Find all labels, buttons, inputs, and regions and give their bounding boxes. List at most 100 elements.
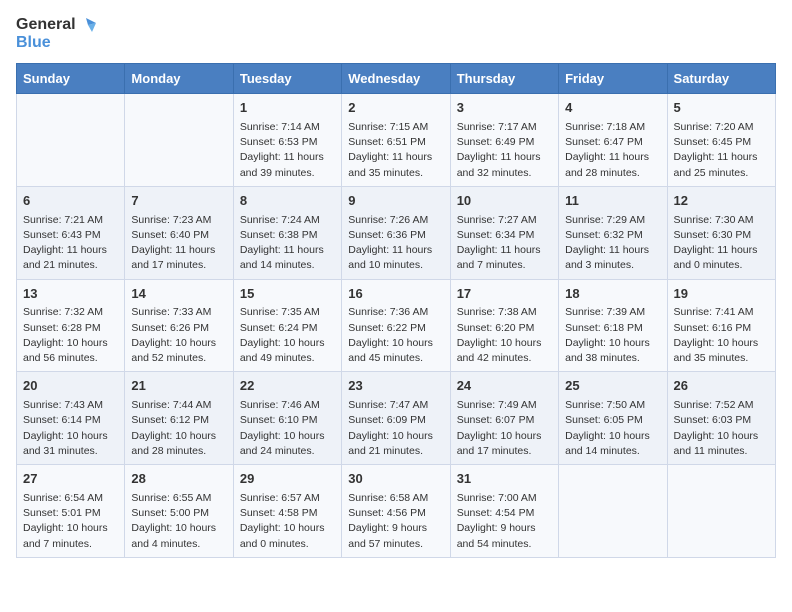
week-row-3: 13Sunrise: 7:32 AM Sunset: 6:28 PM Dayli… bbox=[17, 279, 776, 372]
day-number: 29 bbox=[240, 470, 335, 489]
cell-content: Sunrise: 7:20 AM Sunset: 6:45 PM Dayligh… bbox=[674, 120, 769, 181]
day-number: 5 bbox=[674, 99, 769, 118]
cell-content: Sunrise: 7:46 AM Sunset: 6:10 PM Dayligh… bbox=[240, 398, 335, 459]
day-number: 16 bbox=[348, 285, 443, 304]
cell-content: Sunrise: 7:18 AM Sunset: 6:47 PM Dayligh… bbox=[565, 120, 660, 181]
calendar-cell: 25 Sunrise: 7:50 AM Sunset: 6:05 PM Dayli… bbox=[559, 372, 667, 465]
calendar-cell: 21 Sunrise: 7:44 AM Sunset: 6:12 PM Dayli… bbox=[125, 372, 233, 465]
cell-content: Sunrise: 6:57 AM Sunset: 4:58 PM Dayligh… bbox=[240, 491, 335, 552]
day-number: 7 bbox=[131, 192, 226, 211]
cell-content: Sunrise: 6:55 AM Sunset: 5:00 PM Dayligh… bbox=[131, 491, 226, 552]
logo-container: General Blue bbox=[16, 16, 96, 51]
week-row-5: 27 Sunrise: 6:54 AM Sunset: 5:01 PM Dayli… bbox=[17, 465, 776, 558]
calendar-cell bbox=[17, 94, 125, 187]
calendar-cell: 16Sunrise: 7:36 AM Sunset: 6:22 PM Dayli… bbox=[342, 279, 450, 372]
cell-content: Sunrise: 7:27 AM Sunset: 6:34 PM Dayligh… bbox=[457, 213, 552, 274]
calendar-cell: 24Sunrise: 7:49 AM Sunset: 6:07 PM Dayli… bbox=[450, 372, 558, 465]
calendar-cell: 20 Sunrise: 7:43 AM Sunset: 6:14 PM Dayli… bbox=[17, 372, 125, 465]
day-number: 2 bbox=[348, 99, 443, 118]
day-number: 8 bbox=[240, 192, 335, 211]
column-header-wednesday: Wednesday bbox=[342, 64, 450, 94]
page-header: General Blue bbox=[16, 16, 776, 51]
day-number: 30 bbox=[348, 470, 443, 489]
calendar-cell: 26 Sunrise: 7:52 AM Sunset: 6:03 PM Dayli… bbox=[667, 372, 775, 465]
cell-content: Sunrise: 7:32 AM Sunset: 6:28 PM Dayligh… bbox=[23, 305, 118, 366]
calendar-cell bbox=[667, 465, 775, 558]
calendar-cell: 12 Sunrise: 7:30 AM Sunset: 6:30 PM Dayli… bbox=[667, 186, 775, 279]
day-number: 26 bbox=[674, 377, 769, 396]
cell-content: Sunrise: 7:38 AM Sunset: 6:20 PM Dayligh… bbox=[457, 305, 552, 366]
cell-content: Sunrise: 7:17 AM Sunset: 6:49 PM Dayligh… bbox=[457, 120, 552, 181]
cell-content: Sunrise: 7:21 AM Sunset: 6:43 PM Dayligh… bbox=[23, 213, 118, 274]
cell-content: Sunrise: 7:50 AM Sunset: 6:05 PM Dayligh… bbox=[565, 398, 660, 459]
column-header-thursday: Thursday bbox=[450, 64, 558, 94]
cell-content: Sunrise: 7:26 AM Sunset: 6:36 PM Dayligh… bbox=[348, 213, 443, 274]
cell-content: Sunrise: 7:23 AM Sunset: 6:40 PM Dayligh… bbox=[131, 213, 226, 274]
cell-content: Sunrise: 7:39 AM Sunset: 6:18 PM Dayligh… bbox=[565, 305, 660, 366]
cell-content: Sunrise: 7:00 AM Sunset: 4:54 PM Dayligh… bbox=[457, 491, 552, 552]
logo-bird-icon bbox=[78, 18, 96, 32]
calendar-cell: 3 Sunrise: 7:17 AM Sunset: 6:49 PM Daylig… bbox=[450, 94, 558, 187]
day-number: 31 bbox=[457, 470, 552, 489]
day-number: 18 bbox=[565, 285, 660, 304]
day-number: 28 bbox=[131, 470, 226, 489]
day-number: 21 bbox=[131, 377, 226, 396]
cell-content: Sunrise: 7:29 AM Sunset: 6:32 PM Dayligh… bbox=[565, 213, 660, 274]
calendar-cell: 17Sunrise: 7:38 AM Sunset: 6:20 PM Dayli… bbox=[450, 279, 558, 372]
calendar-cell: 23 Sunrise: 7:47 AM Sunset: 6:09 PM Dayli… bbox=[342, 372, 450, 465]
day-number: 23 bbox=[348, 377, 443, 396]
day-number: 1 bbox=[240, 99, 335, 118]
day-number: 12 bbox=[674, 192, 769, 211]
calendar-cell: 18Sunrise: 7:39 AM Sunset: 6:18 PM Dayli… bbox=[559, 279, 667, 372]
calendar-cell: 22Sunrise: 7:46 AM Sunset: 6:10 PM Dayli… bbox=[233, 372, 341, 465]
cell-content: Sunrise: 7:47 AM Sunset: 6:09 PM Dayligh… bbox=[348, 398, 443, 459]
column-header-tuesday: Tuesday bbox=[233, 64, 341, 94]
day-number: 25 bbox=[565, 377, 660, 396]
calendar-cell: 5 Sunrise: 7:20 AM Sunset: 6:45 PM Daylig… bbox=[667, 94, 775, 187]
week-row-1: 1 Sunrise: 7:14 AM Sunset: 6:53 PM Daylig… bbox=[17, 94, 776, 187]
calendar-cell bbox=[125, 94, 233, 187]
day-number: 11 bbox=[565, 192, 660, 211]
calendar-cell: 8 Sunrise: 7:24 AM Sunset: 6:38 PM Daylig… bbox=[233, 186, 341, 279]
calendar-cell: 14Sunrise: 7:33 AM Sunset: 6:26 PM Dayli… bbox=[125, 279, 233, 372]
calendar-cell: 2Sunrise: 7:15 AM Sunset: 6:51 PM Daylig… bbox=[342, 94, 450, 187]
calendar-table: SundayMondayTuesdayWednesdayThursdayFrid… bbox=[16, 63, 776, 558]
calendar-cell: 30 Sunrise: 6:58 AM Sunset: 4:56 PM Dayli… bbox=[342, 465, 450, 558]
calendar-cell bbox=[559, 465, 667, 558]
column-header-friday: Friday bbox=[559, 64, 667, 94]
column-header-saturday: Saturday bbox=[667, 64, 775, 94]
calendar-cell: 31 Sunrise: 7:00 AM Sunset: 4:54 PM Dayli… bbox=[450, 465, 558, 558]
calendar-cell: 19Sunrise: 7:41 AM Sunset: 6:16 PM Dayli… bbox=[667, 279, 775, 372]
calendar-cell: 27 Sunrise: 6:54 AM Sunset: 5:01 PM Dayli… bbox=[17, 465, 125, 558]
cell-content: Sunrise: 7:14 AM Sunset: 6:53 PM Dayligh… bbox=[240, 120, 335, 181]
day-number: 3 bbox=[457, 99, 552, 118]
week-row-2: 6 Sunrise: 7:21 AM Sunset: 6:43 PM Daylig… bbox=[17, 186, 776, 279]
logo-general: General bbox=[16, 16, 76, 34]
calendar-cell: 29 Sunrise: 6:57 AM Sunset: 4:58 PM Dayli… bbox=[233, 465, 341, 558]
day-number: 20 bbox=[23, 377, 118, 396]
cell-content: Sunrise: 7:49 AM Sunset: 6:07 PM Dayligh… bbox=[457, 398, 552, 459]
cell-content: Sunrise: 7:30 AM Sunset: 6:30 PM Dayligh… bbox=[674, 213, 769, 274]
calendar-cell: 28 Sunrise: 6:55 AM Sunset: 5:00 PM Dayli… bbox=[125, 465, 233, 558]
day-number: 6 bbox=[23, 192, 118, 211]
calendar-cell: 6 Sunrise: 7:21 AM Sunset: 6:43 PM Daylig… bbox=[17, 186, 125, 279]
cell-content: Sunrise: 7:41 AM Sunset: 6:16 PM Dayligh… bbox=[674, 305, 769, 366]
cell-content: Sunrise: 7:43 AM Sunset: 6:14 PM Dayligh… bbox=[23, 398, 118, 459]
cell-content: Sunrise: 6:54 AM Sunset: 5:01 PM Dayligh… bbox=[23, 491, 118, 552]
cell-content: Sunrise: 7:33 AM Sunset: 6:26 PM Dayligh… bbox=[131, 305, 226, 366]
day-number: 13 bbox=[23, 285, 118, 304]
column-header-monday: Monday bbox=[125, 64, 233, 94]
cell-content: Sunrise: 7:44 AM Sunset: 6:12 PM Dayligh… bbox=[131, 398, 226, 459]
calendar-cell: 9 Sunrise: 7:26 AM Sunset: 6:36 PM Daylig… bbox=[342, 186, 450, 279]
header-row: SundayMondayTuesdayWednesdayThursdayFrid… bbox=[17, 64, 776, 94]
cell-content: Sunrise: 7:52 AM Sunset: 6:03 PM Dayligh… bbox=[674, 398, 769, 459]
day-number: 27 bbox=[23, 470, 118, 489]
cell-content: Sunrise: 6:58 AM Sunset: 4:56 PM Dayligh… bbox=[348, 491, 443, 552]
week-row-4: 20 Sunrise: 7:43 AM Sunset: 6:14 PM Dayli… bbox=[17, 372, 776, 465]
logo-blue: Blue bbox=[16, 34, 96, 52]
cell-content: Sunrise: 7:24 AM Sunset: 6:38 PM Dayligh… bbox=[240, 213, 335, 274]
calendar-cell: 15Sunrise: 7:35 AM Sunset: 6:24 PM Dayli… bbox=[233, 279, 341, 372]
day-number: 9 bbox=[348, 192, 443, 211]
column-header-sunday: Sunday bbox=[17, 64, 125, 94]
day-number: 19 bbox=[674, 285, 769, 304]
